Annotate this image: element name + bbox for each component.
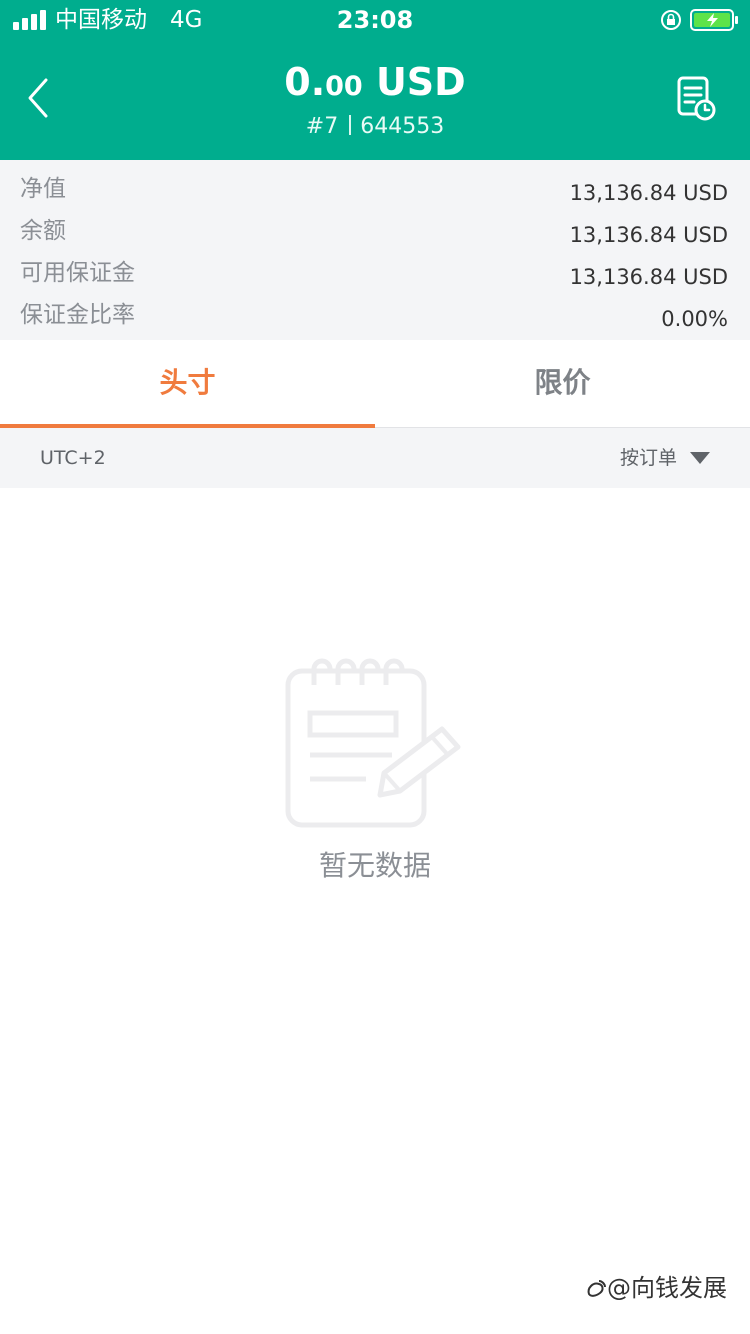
weibo-logo-icon bbox=[587, 1280, 606, 1297]
summary-row-equity: 净值 13,136.84 USD bbox=[0, 168, 750, 210]
rotation-lock-icon bbox=[661, 10, 681, 30]
notepad-pencil-icon bbox=[285, 658, 461, 828]
header: 中国移动 4G 23:08 0.00 USD #7 644553 bbox=[0, 0, 750, 160]
watermark-text: @向钱发展 bbox=[607, 1274, 727, 1302]
empty-state-text: 暂无数据 bbox=[318, 849, 431, 882]
amount-main: 0. bbox=[284, 60, 326, 104]
sort-label: 按订单 bbox=[620, 447, 678, 469]
summary-value: 13,136.84 USD bbox=[569, 265, 728, 289]
watermark: @向钱发展 bbox=[585, 1270, 745, 1306]
status-bar: 中国移动 4G 23:08 bbox=[0, 0, 750, 40]
summary-row-free-margin: 可用保证金 13,136.84 USD bbox=[0, 252, 750, 294]
tab-bar: 头寸 限价 bbox=[0, 340, 750, 428]
timezone-label: UTC+2 bbox=[40, 447, 106, 469]
summary-label: 净值 bbox=[20, 176, 66, 202]
amount-decimals: 00 bbox=[325, 71, 363, 102]
summary-value: 13,136.84 USD bbox=[569, 223, 728, 247]
account-summary: 净值 13,136.84 USD 余额 13,136.84 USD 可用保证金 … bbox=[0, 160, 750, 340]
sort-dropdown[interactable]: 按订单 bbox=[612, 440, 722, 476]
status-time: 23:08 bbox=[336, 6, 414, 34]
screen: 中国移动 4G 23:08 0.00 USD #7 644553 净值 13,1… bbox=[0, 0, 750, 1334]
summary-value: 13,136.84 USD bbox=[569, 181, 728, 205]
caret-down-icon bbox=[690, 452, 710, 464]
tab-limit-orders[interactable]: 限价 bbox=[375, 340, 750, 428]
summary-row-balance: 余额 13,136.84 USD bbox=[0, 210, 750, 252]
summary-value: 0.00% bbox=[661, 307, 728, 331]
battery-icon bbox=[690, 9, 738, 31]
summary-row-margin-level: 保证金比率 0.00% bbox=[0, 294, 750, 336]
summary-label: 可用保证金 bbox=[20, 260, 135, 286]
document-clock-icon bbox=[677, 76, 716, 121]
summary-label: 余额 bbox=[20, 218, 66, 244]
amount-currency: USD bbox=[375, 60, 466, 104]
account-id: 644553 bbox=[360, 114, 445, 139]
tab-positions[interactable]: 头寸 bbox=[0, 340, 375, 428]
filter-bar: UTC+2 按订单 bbox=[0, 428, 750, 488]
summary-label: 保证金比率 bbox=[20, 302, 135, 328]
balance-title: 0.00 USD bbox=[0, 58, 750, 111]
account-number: #7 bbox=[305, 114, 339, 139]
history-button[interactable] bbox=[670, 74, 720, 124]
divider bbox=[349, 115, 352, 135]
account-info: #7 644553 bbox=[0, 112, 750, 142]
